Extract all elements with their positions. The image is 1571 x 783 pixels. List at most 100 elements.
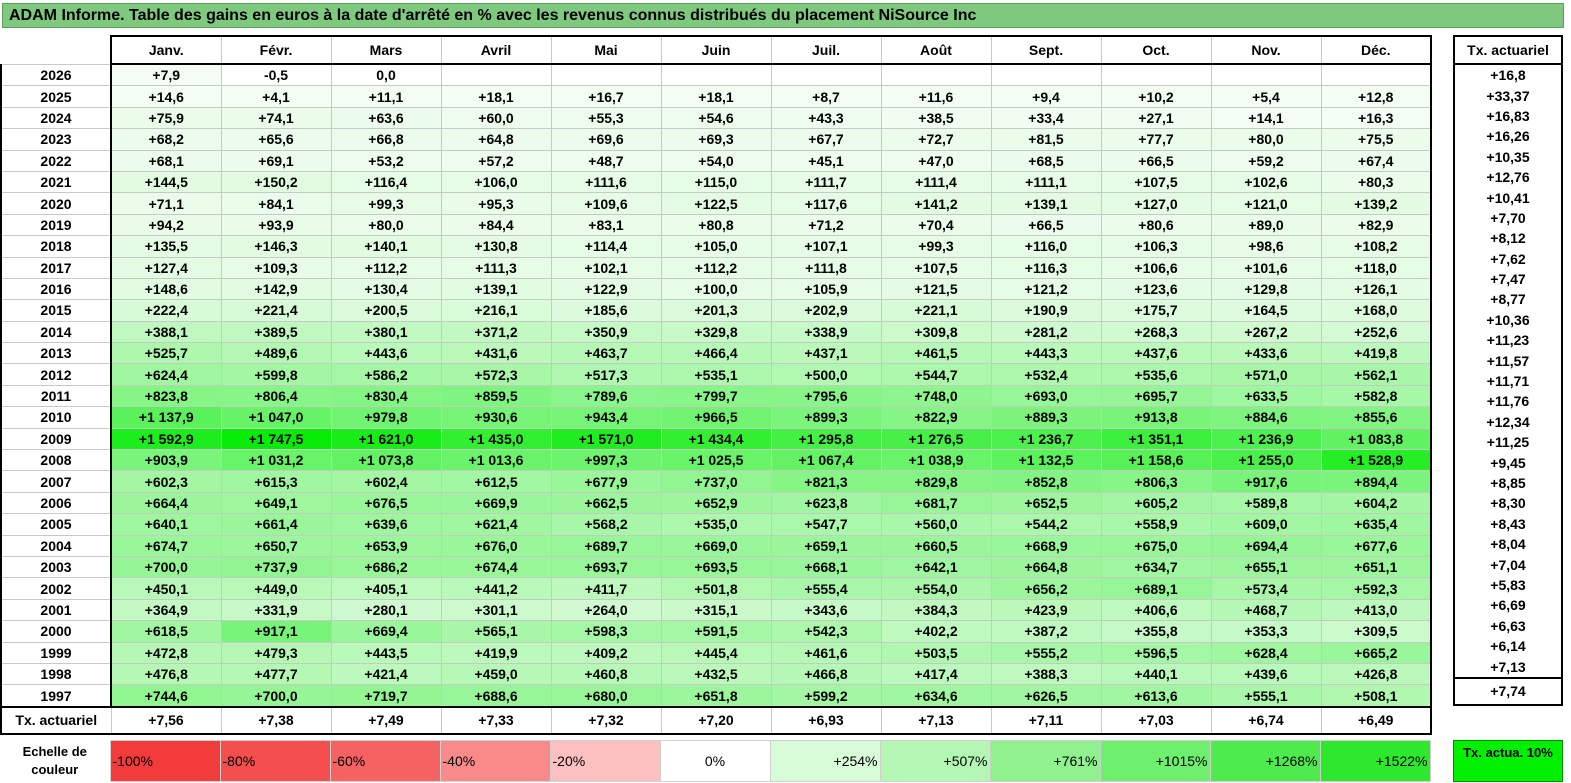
gain-cell: +100,0	[660, 277, 772, 301]
table-row: +16,83	[1453, 105, 1563, 127]
gain-cell: +421,4	[330, 662, 442, 686]
gain-cell: +411,7	[550, 577, 662, 600]
gain-cell: +114,4	[550, 235, 662, 258]
gain-cell: +503,5	[880, 641, 992, 664]
gain-cell: +146,3	[220, 235, 332, 258]
rate-cell: +16,26	[1453, 126, 1563, 147]
scale-step: +254%	[769, 740, 881, 782]
gain-cell: +917,1	[220, 620, 332, 643]
gain-cell	[880, 63, 992, 87]
corner-cell	[1, 36, 111, 64]
gain-cell: +443,3	[990, 342, 1102, 365]
gain-cell: +508,1	[1320, 684, 1432, 708]
gain-cell: +409,2	[550, 641, 662, 664]
month-header: Déc.	[1320, 35, 1432, 65]
rate-cell: +8,85	[1453, 472, 1563, 494]
gain-cell: +859,5	[440, 384, 552, 408]
gain-cell: +642,1	[880, 555, 992, 579]
gain-cell: +544,2	[990, 513, 1102, 536]
gain-cell: +116,3	[990, 256, 1102, 279]
scale-step: -80%	[219, 740, 331, 782]
gain-cell: +122,5	[660, 192, 772, 215]
gain-cell: +59,2	[1210, 149, 1322, 172]
year-cell: 2002	[0, 577, 112, 600]
gain-cell: +665,2	[1320, 641, 1432, 664]
table-row: +11,57	[1453, 350, 1563, 371]
gain-cell: +281,2	[990, 320, 1102, 344]
gain-cell: +405,1	[330, 577, 442, 600]
gain-cell: +200,5	[330, 299, 442, 322]
rate-cell: +16,8	[1453, 64, 1563, 86]
gain-cell: +105,9	[770, 277, 882, 301]
gain-cell: +141,2	[880, 192, 992, 215]
gain-cell: +460,8	[550, 662, 662, 686]
year-cell: 2005	[0, 513, 112, 536]
gain-cell: +903,9	[110, 449, 222, 472]
year-cell: 2006	[0, 491, 112, 515]
gain-cell: +66,8	[330, 128, 442, 151]
scale-step: -100%	[109, 740, 221, 782]
gain-cell: +68,2	[110, 128, 222, 151]
gain-cell: +47,0	[880, 149, 992, 172]
gain-cell: +389,5	[220, 320, 332, 344]
gain-cell: +135,5	[110, 235, 222, 258]
gain-cell: +80,8	[660, 213, 772, 237]
month-header: Nov.	[1210, 35, 1322, 65]
gain-cell: +57,2	[440, 149, 552, 172]
gain-cell: +426,8	[1320, 662, 1432, 686]
gain-cell: +301,1	[440, 598, 552, 622]
gain-cell: +63,6	[330, 106, 442, 130]
gain-cell: 0,0	[330, 63, 442, 87]
gain-cell: +675,0	[1100, 534, 1212, 557]
year-cell: 2007	[0, 470, 112, 493]
gain-cell: +99,3	[880, 235, 992, 258]
gain-cell: +700,0	[110, 555, 222, 579]
table-row: +8,30	[1453, 493, 1563, 514]
gain-cell: +123,6	[1100, 277, 1212, 301]
table-row: 2011 +823,8 +806,4 +830,4 +859,5 +789,6 +799,7…	[0, 384, 1432, 408]
average-rate-cell: +6,49	[1320, 705, 1432, 735]
gain-cell: +69,6	[550, 128, 662, 151]
table-row: 2005 +640,1 +661,4 +639,6 +621,4 +568,2 +535,0…	[0, 513, 1432, 536]
gain-cell: +355,8	[1100, 620, 1212, 643]
year-cell: 2004	[0, 534, 112, 557]
gain-cell: +222,4	[110, 299, 222, 322]
gain-cell: +5,4	[1210, 85, 1322, 108]
gain-cell: +69,1	[220, 149, 332, 172]
gain-cell: +693,5	[660, 555, 772, 579]
gain-cell: -0,5	[220, 63, 332, 87]
gain-cell: +417,4	[880, 662, 992, 686]
table-row: 2021 +144,5 +150,2 +116,4 +106,0 +111,6 +115,0…	[0, 170, 1432, 194]
gain-cell: +852,8	[990, 470, 1102, 493]
average-rate-cell: +7,13	[880, 705, 992, 735]
gain-cell: +639,6	[330, 513, 442, 536]
side-header-row: Tx. actuariel	[1453, 35, 1563, 65]
rate-cell: +6,69	[1453, 595, 1563, 616]
rate-cell: +9,45	[1453, 452, 1563, 473]
gain-cell: +111,7	[770, 170, 882, 194]
gain-cell: +10,2	[1100, 85, 1212, 108]
gain-cell: +406,6	[1100, 598, 1212, 622]
gain-cell: +602,3	[110, 470, 222, 493]
gain-cell	[550, 63, 662, 87]
gain-cell: +111,1	[990, 170, 1102, 194]
gain-cell: +102,1	[550, 256, 662, 279]
year-cell: 1998	[0, 662, 112, 686]
gain-cell: +688,6	[440, 684, 552, 708]
gain-cell: +547,7	[770, 513, 882, 536]
year-cell: 2026	[0, 63, 112, 87]
month-header: Août	[880, 35, 992, 65]
table-row: 2013 +525,7 +489,6 +443,6 +431,6 +463,7 +466,4…	[0, 342, 1432, 365]
table-row: 1997 +744,6 +700,0 +719,7 +688,6 +680,0 +651,8…	[0, 684, 1432, 708]
gain-cell: +635,4	[1320, 513, 1432, 536]
scale-step: +761%	[989, 740, 1101, 782]
gain-cell: +101,6	[1210, 256, 1322, 279]
gain-cell: +130,4	[330, 277, 442, 301]
gain-cell: +806,4	[220, 384, 332, 408]
month-header: Mai	[550, 35, 662, 65]
gain-cell: +440,1	[1100, 662, 1212, 686]
gain-cell: +517,3	[550, 363, 662, 386]
gain-cell: +633,5	[1210, 384, 1322, 408]
gain-cell: +476,8	[110, 662, 222, 686]
gain-cell: +80,0	[1210, 128, 1322, 151]
